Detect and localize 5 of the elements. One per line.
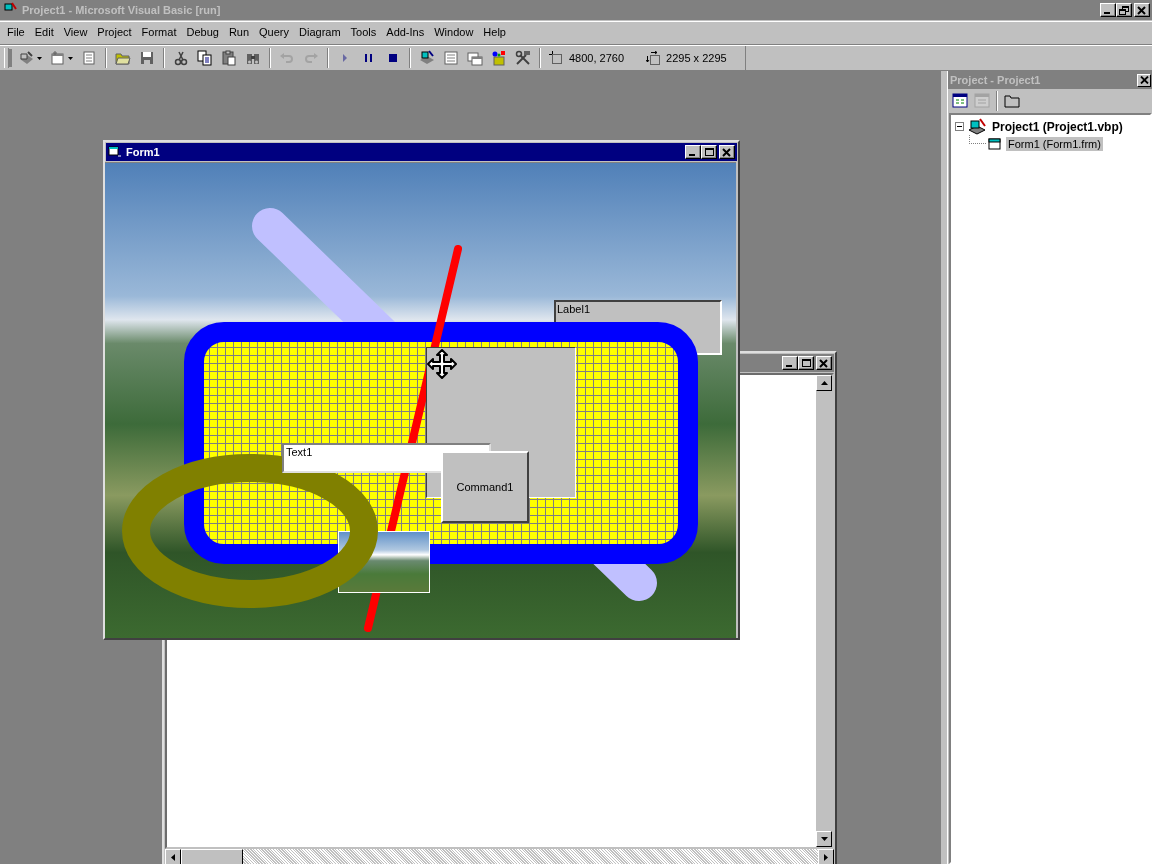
- panel-title: Project - Project1: [950, 74, 1041, 86]
- form-title: Form1: [126, 146, 161, 158]
- size-reading: 2295 x 2295: [666, 52, 727, 64]
- position-reading: 4800, 2760: [569, 52, 625, 64]
- window-title: Project1 - Microsoft Visual Basic [run]: [22, 4, 222, 16]
